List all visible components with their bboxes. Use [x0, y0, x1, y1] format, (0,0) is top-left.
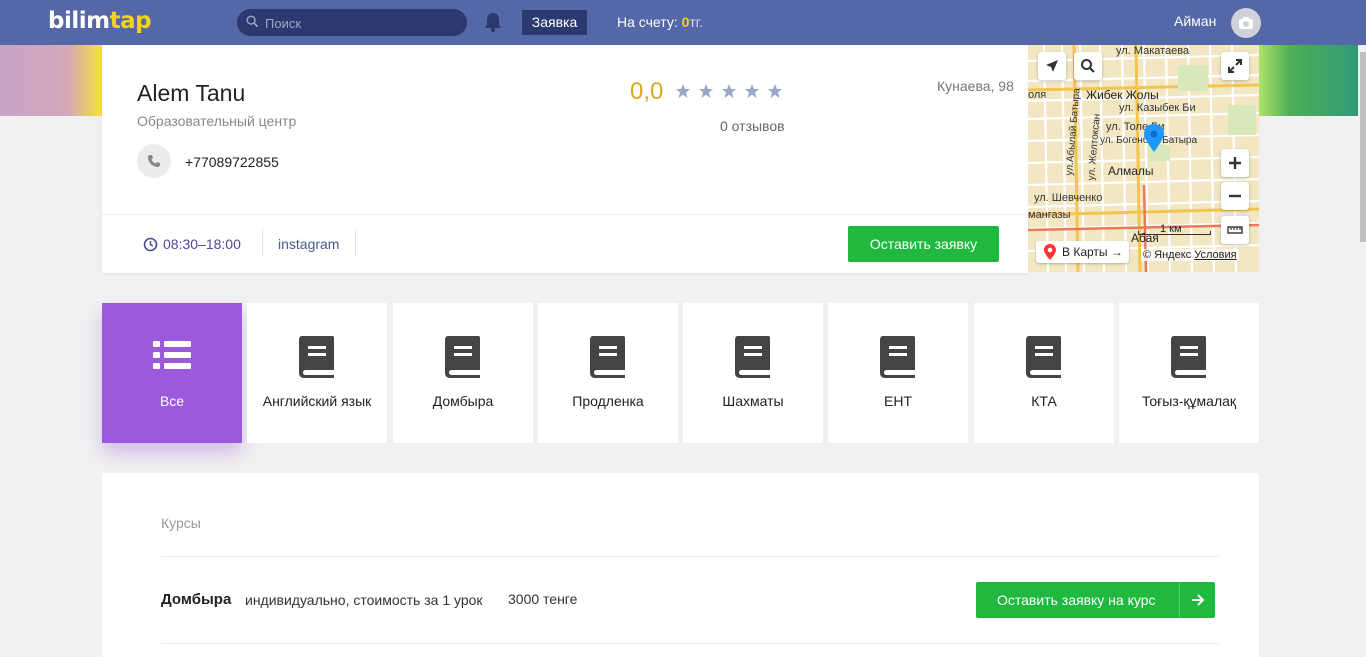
category-label: Английский язык — [262, 393, 372, 409]
rating-stars — [675, 83, 783, 99]
ruler-button[interactable] — [1221, 216, 1249, 244]
map-label: ул. Макатаева — [1116, 45, 1190, 57]
category-ent[interactable]: ЕНТ — [828, 303, 968, 443]
category-chess[interactable]: Шахматы — [683, 303, 823, 443]
star-icon — [676, 84, 690, 98]
course-request-label: Оставить заявку на курс — [997, 592, 1156, 608]
category-kta[interactable]: КТА — [974, 303, 1114, 443]
book-icon — [445, 336, 480, 378]
user-name[interactable]: Айман — [1174, 13, 1216, 29]
arrow-right-icon — [1179, 582, 1215, 618]
leave-request-button[interactable]: Оставить заявку — [848, 226, 999, 262]
courses-title: Курсы — [161, 515, 201, 531]
search-placeholder: Поиск — [265, 16, 302, 31]
course-price: 3000 тенге — [508, 591, 578, 607]
fullscreen-button[interactable] — [1221, 52, 1249, 80]
course-name: Домбыра — [161, 591, 232, 608]
category-all[interactable]: Все — [102, 303, 242, 443]
divider — [355, 229, 356, 256]
search-icon — [1081, 59, 1095, 73]
category-label: ЕНТ — [884, 393, 912, 409]
logo-text-tap: tap — [109, 8, 152, 34]
camera-icon — [1239, 17, 1253, 29]
book-icon — [590, 336, 625, 378]
category-label: Шахматы — [722, 393, 784, 409]
courses-section: Курсы Домбыра индивидуально, стоимость з… — [102, 473, 1259, 657]
map-label: Алмалы — [1108, 164, 1154, 178]
category-label: Тоғыз-құмалақ — [1141, 393, 1237, 409]
map-label: ул. Казыбек Би — [1119, 102, 1196, 114]
map-scale-bar — [1138, 231, 1211, 235]
map-search-button[interactable] — [1074, 52, 1102, 80]
star-icon — [745, 84, 759, 98]
working-hours: 08:30–18:00 — [163, 236, 241, 252]
book-icon — [1171, 336, 1206, 378]
location-pin-icon — [1144, 124, 1164, 152]
book-icon — [1026, 336, 1061, 378]
locate-button[interactable] — [1038, 52, 1066, 80]
profile-card: Alem Tanu Образовательный центр +7708972… — [102, 45, 1028, 273]
balance: На счету: 0тг. — [617, 14, 703, 30]
minus-icon — [1229, 194, 1241, 198]
course-request-button[interactable]: Оставить заявку на курс — [976, 582, 1215, 618]
map-pin-icon — [1044, 244, 1056, 260]
balance-label: На счету: — [617, 14, 678, 30]
category-prodlenka[interactable]: Продленка — [538, 303, 678, 443]
star-icon — [768, 84, 782, 98]
ruler-icon — [1227, 226, 1243, 234]
phone-number[interactable]: +77089722855 — [185, 154, 279, 170]
open-in-maps-button[interactable]: В Карты → — [1036, 241, 1129, 263]
search-icon — [246, 15, 259, 28]
address: Кунаева, 98 — [937, 78, 1014, 94]
map-label: мангазы — [1028, 209, 1071, 221]
search-input[interactable]: Поиск — [237, 9, 467, 36]
category-label: Продленка — [572, 393, 644, 409]
top-navbar: bilimtap Поиск Заявка На счету: 0тг. Айм… — [0, 0, 1366, 45]
zoom-in-button[interactable] — [1221, 149, 1249, 177]
category-english[interactable]: Английский язык — [247, 303, 387, 443]
category-label: Домбыра — [432, 393, 494, 409]
map-label: ул. Шевченко — [1034, 192, 1103, 204]
map-copyright: © Яндекс Условия — [1141, 249, 1239, 261]
book-icon — [880, 336, 915, 378]
book-icon — [735, 336, 770, 378]
book-icon — [299, 336, 334, 378]
expand-icon — [1228, 59, 1242, 73]
course-description: индивидуально, стоимость за 1 урок — [245, 592, 483, 608]
clock-icon — [143, 237, 158, 252]
divider — [102, 214, 1028, 215]
open-in-maps-label: В Карты → — [1062, 245, 1123, 259]
balance-currency: тг. — [689, 14, 704, 30]
phone-icon — [137, 144, 171, 178]
request-button[interactable]: Заявка — [522, 10, 587, 35]
center-type: Образовательный центр — [137, 113, 297, 129]
logo[interactable]: bilimtap — [48, 8, 152, 34]
category-label: КТА — [1031, 393, 1057, 409]
instagram-link[interactable]: instagram — [278, 236, 339, 252]
star-icon — [722, 84, 736, 98]
divider — [262, 229, 263, 256]
navigation-arrow-icon — [1046, 60, 1058, 72]
map[interactable]: ул. Макатаева Жибек Жолы ул. Казыбек Би … — [1028, 45, 1259, 272]
star-icon — [699, 84, 713, 98]
zoom-out-button[interactable] — [1221, 182, 1249, 210]
plus-icon — [1229, 157, 1241, 169]
map-label: оля — [1028, 89, 1047, 101]
category-dombyra[interactable]: Домбыра — [393, 303, 533, 443]
center-name: Alem Tanu — [137, 80, 246, 106]
copyright-text: © Яндекс — [1143, 249, 1192, 261]
rating-value: 0,0 — [630, 78, 664, 105]
logo-text-bilim: bilim — [48, 8, 110, 34]
avatar[interactable] — [1231, 8, 1261, 38]
map-label: Жибек Жолы — [1086, 88, 1159, 102]
list-icon — [153, 341, 191, 369]
scrollbar-thumb[interactable] — [1360, 52, 1366, 242]
divider — [161, 643, 1219, 644]
bell-icon[interactable] — [483, 11, 503, 33]
reviews-count[interactable]: 0 отзывов — [720, 118, 785, 134]
divider — [161, 556, 1219, 557]
category-togyz-kumalak[interactable]: Тоғыз-құмалақ — [1119, 303, 1259, 443]
category-label: Все — [159, 393, 185, 409]
terms-link[interactable]: Условия — [1194, 249, 1236, 261]
